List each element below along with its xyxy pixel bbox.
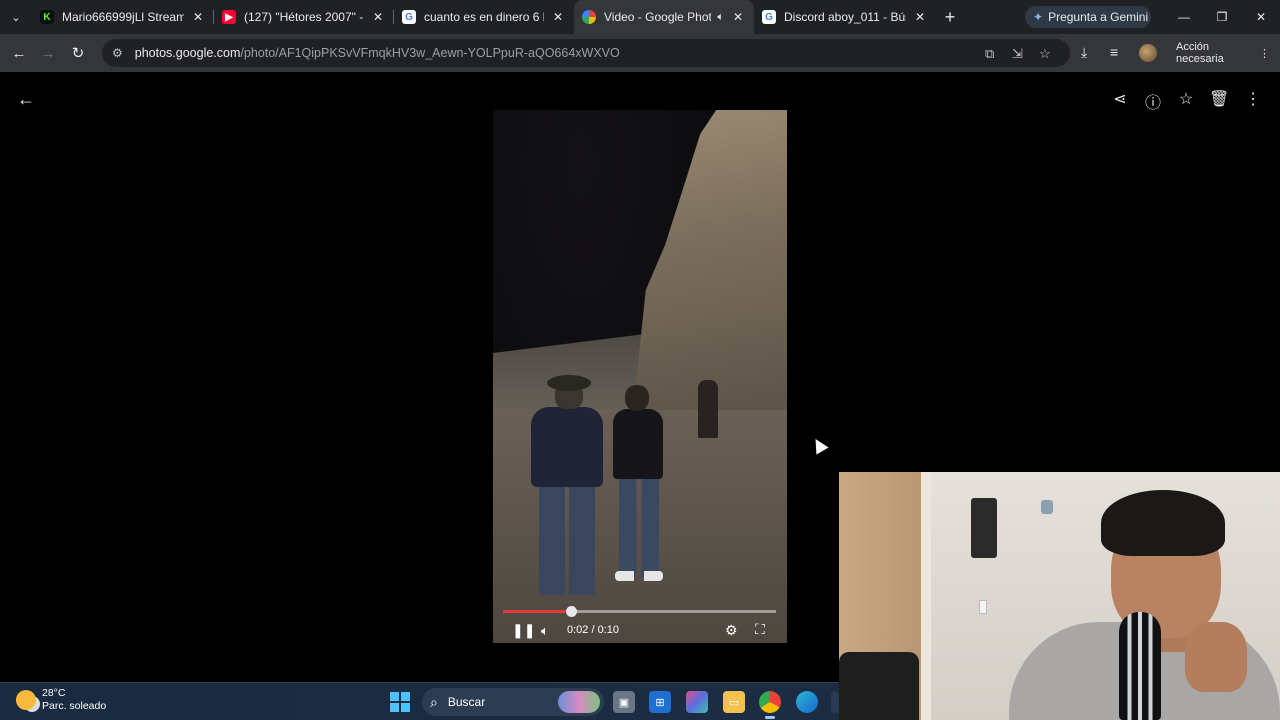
action-needed-label: Acción necesaria xyxy=(1176,41,1224,65)
site-settings-icon[interactable]: ⚙︎ xyxy=(112,46,123,60)
video-progress-played xyxy=(503,610,572,613)
microphone xyxy=(1119,612,1161,720)
close-icon[interactable]: ✕ xyxy=(730,10,746,24)
tab-title: cuanto es en dinero 6 billones xyxy=(424,10,544,24)
close-icon[interactable]: ✕ xyxy=(370,10,386,24)
speaker-icon[interactable]: 🔈︎ xyxy=(717,11,724,24)
google-icon: G xyxy=(402,10,416,24)
search-highlight-image xyxy=(558,691,600,713)
close-icon[interactable]: ✕ xyxy=(550,10,566,24)
google-icon: G xyxy=(762,10,776,24)
window-close-icon[interactable]: ✕ xyxy=(1242,0,1280,34)
back-arrow-icon[interactable]: ← xyxy=(8,42,30,64)
video-frame-person xyxy=(609,385,669,585)
tab-youtube[interactable]: ▶ (127) "Hétores 2007" - "Soy ✕ xyxy=(214,0,394,34)
tab-discord-search[interactable]: G Discord aboy_011 - Búsqueda ✕ xyxy=(754,0,936,34)
url-host: photos.google.com xyxy=(134,46,241,60)
download-icon[interactable]: ⤓ xyxy=(1081,44,1087,61)
fullscreen-icon[interactable]: ⛶ xyxy=(755,621,765,638)
light-switch xyxy=(979,600,987,614)
reload-icon[interactable]: ↻ xyxy=(67,42,89,64)
taskbar-search[interactable]: ⌕ Buscar xyxy=(422,688,604,716)
gemini-label: Pregunta a Gemini xyxy=(1048,10,1149,24)
video-progress-bar[interactable] xyxy=(503,606,776,617)
browser-toolbar: ← → ↻ ⚙︎ photos.google.com/photo/AF1QipP… xyxy=(0,34,1280,72)
streamer-hair xyxy=(1101,490,1225,556)
url-path: /photo/AF1QipPKSvVFmqkHV3w_Aewn-YOLPpuR-… xyxy=(240,46,620,60)
video-time-display: 0:02 / 0:10 xyxy=(567,624,619,636)
close-icon[interactable]: ✕ xyxy=(190,10,206,24)
tab-title: Video - Google Photos xyxy=(604,10,712,24)
search-placeholder: Buscar xyxy=(447,695,486,709)
weather-temperature: 28°C xyxy=(42,687,66,699)
windows-start-icon[interactable] xyxy=(390,692,410,712)
search-icon: ⌕ xyxy=(430,693,438,710)
bookmark-star-icon[interactable]: ☆ xyxy=(1039,46,1051,62)
weather-widget[interactable]: 28°C Parc. soleado xyxy=(16,687,106,713)
kick-icon: K xyxy=(40,10,54,24)
store-icon[interactable]: ⊞ xyxy=(649,691,671,713)
windows-taskbar: 28°C Parc. soleado ⌕ Buscar ▣ ⊞ ▭ xyxy=(0,682,839,720)
wall-decoration xyxy=(1041,500,1053,514)
taskbar-app-icon[interactable] xyxy=(831,691,839,713)
forward-arrow-icon[interactable]: → xyxy=(37,42,59,64)
close-icon[interactable]: ✕ xyxy=(912,10,928,24)
address-bar[interactable]: ⚙︎ photos.google.com/photo/AF1QipPKSvVFm… xyxy=(102,39,1070,67)
file-explorer-icon[interactable]: ▭ xyxy=(723,691,745,713)
restore-icon[interactable]: ❐ xyxy=(1203,0,1241,34)
pause-icon[interactable]: ❚❚ xyxy=(512,622,535,639)
back-arrow-icon[interactable]: ← xyxy=(17,89,35,110)
video-frame-figure xyxy=(698,380,718,438)
weather-condition: Parc. soleado xyxy=(42,700,107,712)
chair xyxy=(839,652,919,720)
gemini-sparkle-icon: ✦ xyxy=(1033,10,1044,24)
photos-icon xyxy=(582,10,596,24)
tab-search-icon[interactable]: ⌄ xyxy=(0,0,32,34)
tab-google-photos[interactable]: Video - Google Photos 🔈︎ ✕ xyxy=(574,0,754,34)
youtube-icon: ▶ xyxy=(222,10,236,24)
media-controls-icon[interactable]: ≡ xyxy=(1110,44,1118,60)
install-app-icon[interactable]: ⇲ xyxy=(1012,46,1023,62)
info-icon[interactable]: ⓘ xyxy=(1143,89,1163,113)
more-vert-icon: ⋮ xyxy=(1259,47,1270,60)
share-icon[interactable]: ⋖ xyxy=(1110,89,1130,109)
tab-strip: ⌄ K Mario666999jLl Stream - Kick ✕ ▶ (12… xyxy=(0,0,1280,34)
settings-gear-icon[interactable]: ⚙︎ xyxy=(725,622,738,639)
video-frame-person xyxy=(527,375,607,595)
video-player[interactable]: ❚❚ 🔈︎ 0:02 / 0:10 ⚙︎ ⛶ xyxy=(493,110,787,643)
task-view-icon[interactable]: ▣ xyxy=(613,691,635,713)
tab-kick-stream[interactable]: K Mario666999jLl Stream - Kick ✕ xyxy=(32,0,214,34)
chrome-icon[interactable] xyxy=(759,691,781,719)
action-needed-button[interactable]: Acción necesaria ⋮ xyxy=(1168,41,1270,65)
streamer-hand xyxy=(1185,622,1247,692)
more-vert-icon[interactable]: ⋮ xyxy=(1243,89,1263,109)
minimize-icon[interactable]: — xyxy=(1165,0,1203,34)
new-tab-button[interactable]: + xyxy=(936,7,964,28)
tab-google-search[interactable]: G cuanto es en dinero 6 billones ✕ xyxy=(394,0,574,34)
profile-avatar[interactable] xyxy=(1139,44,1157,62)
tab-title: Discord aboy_011 - Búsqueda xyxy=(784,10,906,24)
tab-title: Mario666999jLl Stream - Kick xyxy=(62,10,184,24)
trash-icon[interactable]: 🗑︎ xyxy=(1209,89,1229,109)
volume-icon[interactable]: 🔈︎ xyxy=(541,623,549,639)
partly-sunny-icon xyxy=(16,690,36,710)
favorite-star-icon[interactable]: ☆ xyxy=(1176,89,1196,109)
gemini-button[interactable]: ✦ Pregunta a Gemini xyxy=(1025,6,1151,28)
tab-title: (127) "Hétores 2007" - "Soy xyxy=(244,10,364,24)
webcam-overlay xyxy=(839,472,1280,720)
edge-icon[interactable] xyxy=(796,691,818,713)
office-icon[interactable] xyxy=(686,691,708,713)
translate-icon[interactable]: ⧉ xyxy=(985,46,994,62)
wall-decoration xyxy=(971,498,997,558)
